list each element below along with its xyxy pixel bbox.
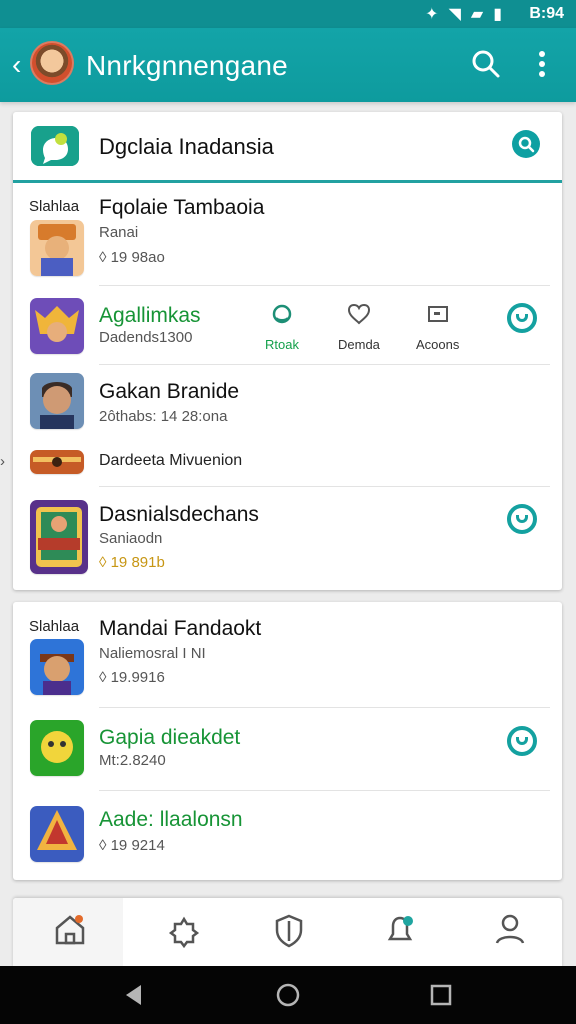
status-bar: ✦ ◥ ▰ ▮ B:94 (0, 0, 576, 28)
heart-icon (347, 303, 370, 325)
tab-icon (272, 304, 292, 324)
search-button[interactable] (466, 44, 506, 84)
divider (99, 486, 550, 487)
search-icon (518, 136, 535, 153)
game-avatar-8[interactable] (30, 806, 84, 862)
wifi-icon: ◥ (448, 6, 461, 23)
home-tab[interactable] (48, 908, 92, 952)
edge-handle-icon[interactable]: › (0, 453, 5, 470)
system-home-button[interactable] (275, 982, 301, 1008)
signal-icon: ▰ (470, 6, 484, 23)
list-item-subtitle: Saniaodn (99, 530, 163, 547)
list-item-title[interactable]: Fqolaie Tambaoia (99, 196, 264, 220)
game-avatar-6[interactable] (30, 639, 84, 695)
bluetooth-icon: ✦ (425, 6, 439, 23)
back-triangle-icon (126, 985, 141, 1005)
list-item-meta: ◊ 19 98ao (99, 249, 165, 266)
section-label: Slahlaa (29, 198, 80, 215)
action-label: Acoons (416, 337, 460, 352)
game-list-card: Dgclaia Inadansia Slahlaa Fqolaie Tambao… (13, 112, 562, 590)
game-avatar-5[interactable] (30, 500, 88, 574)
game-avatar-1[interactable] (30, 220, 84, 276)
list-item-title[interactable]: Gapia dieakdet (99, 726, 240, 750)
home-icon (55, 915, 85, 945)
card-search-button[interactable] (512, 130, 540, 158)
divider (99, 285, 550, 286)
list-item-meta: ◊ 19 9214 (99, 837, 165, 854)
system-back-button[interactable] (121, 982, 147, 1008)
divider (99, 707, 550, 708)
game-avatar-3[interactable] (30, 373, 84, 429)
list-item-meta: ◊ 19 891b (99, 554, 165, 571)
list-item-subtitle: Ranai (99, 224, 139, 241)
divider (99, 790, 550, 791)
bottom-navigation (13, 898, 562, 968)
list-item-title[interactable]: Dasnialsdechans (99, 503, 259, 527)
shield-icon: ◊ (99, 249, 107, 266)
open-button[interactable] (507, 726, 537, 756)
divider (99, 364, 550, 365)
security-tab[interactable] (267, 908, 311, 952)
accounts-action-button[interactable]: Acoons (416, 302, 459, 352)
profile-tab[interactable] (488, 908, 532, 952)
game-avatar-2[interactable] (30, 298, 84, 354)
game-list-card: Slahlaa Mandai Fandaokt Naliemosral I NI… (13, 602, 562, 880)
list-item-meta: ◊ 19.9916 (99, 669, 165, 686)
shield-icon (275, 914, 303, 948)
back-button[interactable]: ‹ (12, 48, 32, 82)
action-label: Rtoak (265, 337, 299, 352)
tab-action-button[interactable]: Rtoak (265, 302, 299, 352)
list-item-subtitle: Naliemosral I NI (99, 645, 206, 662)
list-item-subtitle: Mt:2.8240 (99, 752, 166, 769)
chat-icon (31, 126, 79, 166)
more-options-button[interactable] (522, 44, 562, 84)
card-header: Dgclaia Inadansia (13, 112, 562, 183)
list-item-title[interactable]: Dardeeta Mivuenion (99, 452, 242, 470)
app-title: Nnrkgnnengane (86, 50, 288, 81)
notification-icon (387, 916, 413, 941)
system-recent-apps-button[interactable] (428, 982, 454, 1008)
shield-icon: ◊ (99, 554, 107, 571)
status-time: B:94 (529, 5, 564, 22)
list-item-subtitle: Dadends1300 (99, 329, 193, 346)
puzzle-icon (168, 916, 200, 949)
open-icon (516, 515, 528, 523)
list-item-title[interactable]: Aade: llaalonsn (99, 808, 243, 832)
shield-icon: ◊ (99, 837, 107, 854)
app-bar: ‹ Nnrkgnnengane (0, 28, 576, 102)
action-label: Demda (338, 337, 380, 352)
open-icon (516, 737, 528, 745)
list-item-title[interactable]: Mandai Fandaokt (99, 617, 261, 641)
notifications-tab[interactable] (378, 908, 422, 952)
section-label: Slahlaa (29, 618, 80, 635)
open-button[interactable] (507, 504, 537, 534)
open-icon (516, 314, 528, 322)
system-navigation-bar (0, 966, 576, 1024)
games-tab[interactable] (163, 908, 207, 952)
list-item-title[interactable]: Gakan Branide (99, 380, 239, 404)
home-circle-icon (276, 983, 300, 1007)
battery-icon: ▮ (493, 6, 502, 23)
more-icon (539, 51, 545, 77)
screen-icon (427, 306, 448, 322)
card-title: Dgclaia Inadansia (99, 134, 274, 159)
game-avatar-4[interactable] (30, 450, 84, 474)
status-icons: ✦ ◥ ▰ ▮ (425, 4, 502, 24)
recent-apps-icon (430, 984, 452, 1006)
app-avatar[interactable] (30, 41, 74, 85)
open-button[interactable] (507, 303, 537, 333)
back-arrow-icon: ‹ (12, 49, 22, 80)
favorite-action-button[interactable]: Demda (338, 302, 380, 352)
list-item-title[interactable]: Agallimkas (99, 304, 201, 328)
search-icon (472, 50, 500, 78)
list-item-subtitle: 2ôthabs: 14 28:ona (99, 408, 228, 425)
profile-icon (495, 914, 525, 944)
shield-icon: ◊ (99, 669, 107, 686)
game-avatar-7[interactable] (30, 720, 84, 776)
